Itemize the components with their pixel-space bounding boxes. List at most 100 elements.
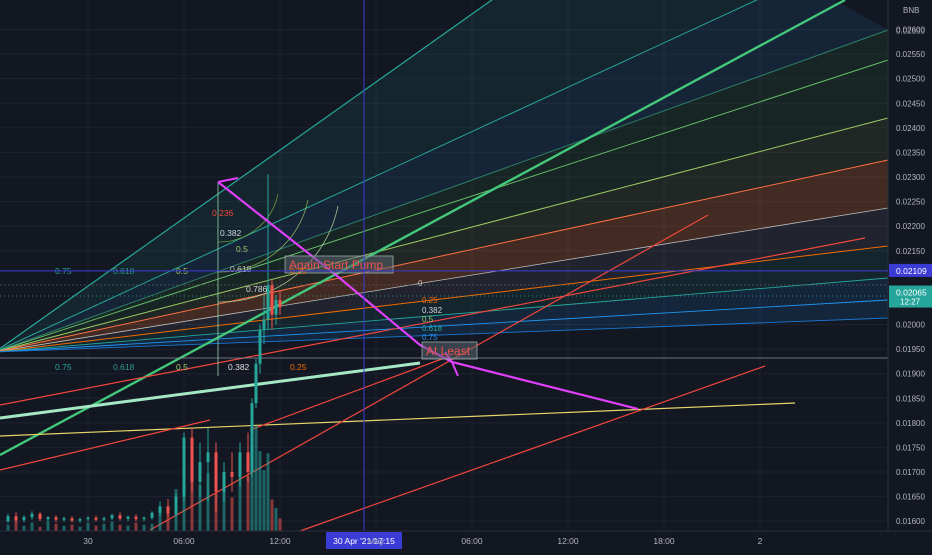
volume-bar [78,526,82,531]
volume-bar [270,499,274,531]
volume-bar [166,514,170,531]
volume-bar [102,523,106,531]
candle-body [102,518,106,520]
fan-small-label: 0.618 [422,324,443,333]
x-tick-label: 12:00 [557,536,579,546]
candle-body [30,513,34,518]
fan-level-label: 0.25 [290,362,307,372]
fib-retracement-label: 0.236 [212,208,234,218]
candle-body [214,452,218,492]
candle-body [274,299,278,315]
candle-body [78,519,82,521]
currency-label: BNB [903,6,919,15]
fan-level-label: 0.5 [176,362,188,372]
fan-level-label: 0.382 [228,362,250,372]
candle-body [258,329,262,364]
volume-bar [246,476,250,531]
volume-bar [150,523,154,531]
y-tick-label: 0.02450 [896,99,925,108]
volume-bar [46,521,50,531]
candle-body [150,512,154,518]
at-least-label: At Least [426,344,471,358]
candle-body [94,517,98,520]
volume-bar [54,523,58,531]
price-chart[interactable]: Again Start PumpAt Least 0.75 0.618 0.5 0.2… [0,0,932,550]
x-tick-label: 06:00 [461,536,483,546]
y-tick-label: 0.02300 [896,173,925,182]
candle-body [254,363,258,404]
candle-body [14,516,18,521]
y-tick-label: 0.01800 [896,419,925,428]
candle-body [118,515,122,519]
chart-root: Again Start Pump At Least 0.75 0.618 0.5 0.2… [0,0,932,550]
y-tick-label: 0.01900 [896,370,925,379]
candle-body [158,506,162,513]
fan-small-label: 0.25 [422,296,438,305]
candle-body [134,516,138,520]
y-tick-label: 0.02350 [896,148,925,157]
volume-bar [266,453,270,531]
candle-body [222,472,226,492]
volume-bar [278,518,282,531]
volume-bar [230,497,234,531]
x-tick-label: 12:00 [269,536,291,546]
volume-bar [274,507,278,531]
candle-body [22,517,26,521]
volume-bar [142,524,146,531]
y-tick-label: 0.02500 [896,75,925,84]
y-tick-label: 0.01850 [896,394,925,403]
y-tick-label: 0.02600 [896,26,925,35]
fan-level-label: 0.618 [113,362,135,372]
volume-bar [30,522,34,531]
candle-body [198,462,202,482]
y-tick-label: 0.02200 [896,222,925,231]
volume-bar [22,525,26,531]
candle-body [166,506,170,514]
candle-body [38,513,42,520]
volume-bar [258,451,262,531]
fan-level-label: 0.75 [55,362,72,372]
candle-body [70,518,74,521]
candle-body [86,517,90,520]
y-tick-label: 0.01750 [896,443,925,452]
candle-body [46,517,50,520]
volume-bar [62,525,66,531]
fan-small-label: 0.75 [422,333,438,342]
volume-bar [118,524,122,531]
y-tick-label: 0.02150 [896,247,925,256]
candle-body [126,516,130,519]
y-tick-label: 0.01600 [896,517,925,526]
y-tick-label: 0.02550 [896,50,925,59]
candle-body [182,437,186,497]
price-badge-label: 0.02065 [896,288,927,298]
candle-body [262,319,266,330]
y-tick-label: 0.01950 [896,345,925,354]
candle-body [190,437,194,482]
candle-body [270,285,274,315]
volume-bar [70,524,74,531]
volume-bar [254,426,258,531]
volume-bar [6,524,10,531]
y-tick-label: 0.02400 [896,124,925,133]
candle-body [110,515,114,519]
candle-body [278,299,282,308]
volume-bar [110,521,114,531]
fan-small-label: 0 [418,279,423,288]
candle-body [230,472,234,477]
volume-bar [86,522,90,531]
candle-body [6,516,10,522]
fan-small-label: 0.5 [422,315,434,324]
candle-body [246,452,250,472]
x-tick-label: May [368,536,385,546]
volume-bar [94,525,98,531]
volume-bar [38,526,42,531]
x-tick-label: 18:00 [653,536,675,546]
fib-retracement-label: 0.786 [246,284,268,294]
crosshair-time-label: 30 Apr '21 17:15 [333,536,395,546]
candle-body [62,518,66,520]
x-tick-label: 2 [758,536,763,546]
y-tick-label: 0.02000 [896,321,925,330]
volume-bar [126,525,130,531]
price-badge-label: 0.02109 [896,266,927,276]
candle-body [238,452,242,477]
